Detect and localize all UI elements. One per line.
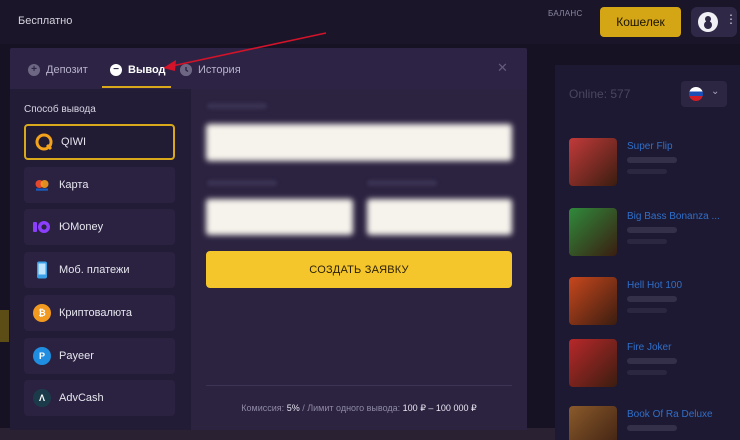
limit-label: Лимит одного вывода:	[307, 403, 401, 413]
method-label: QIWI	[61, 136, 87, 148]
top-bar: Бесплатно БАЛАНС Кошелек ⋮	[0, 0, 740, 44]
commission-note: Комиссия: 5% / Лимит одного вывода: 100 …	[191, 403, 527, 414]
game-meta-blurred	[627, 308, 667, 313]
wallet-button[interactable]: Кошелек	[600, 7, 681, 37]
profile-menu-button[interactable]: ⋮	[691, 7, 737, 37]
game-meta-blurred	[627, 358, 677, 364]
payeer-icon: P	[33, 346, 51, 365]
method-карта[interactable]: Карта	[24, 166, 175, 203]
yoomoney-icon	[33, 218, 51, 236]
field-label-blurred	[207, 103, 267, 109]
game-meta-blurred	[627, 296, 677, 302]
minus-icon: −	[110, 64, 122, 76]
game-item[interactable]: Super Flip	[569, 138, 734, 188]
game-thumbnail	[569, 138, 617, 186]
method-label: Payeer	[59, 349, 94, 362]
close-icon[interactable]: ✕	[497, 60, 508, 76]
modal-tabs: + Депозит − Вывод История ✕	[10, 48, 527, 89]
method-label: Моб. платежи	[59, 264, 130, 277]
brand-free-label[interactable]: Бесплатно	[18, 15, 72, 27]
tab-label: Депозит	[46, 64, 88, 76]
game-meta-blurred	[627, 370, 667, 375]
method-qiwi[interactable]: QIWI	[24, 124, 175, 160]
clock-icon	[180, 64, 192, 76]
create-request-button[interactable]: СОЗДАТЬ ЗАЯВКУ	[206, 251, 512, 288]
game-thumbnail	[569, 277, 617, 325]
method-юmoney[interactable]: ЮMoney	[24, 209, 175, 246]
tab-history[interactable]: История	[180, 60, 241, 80]
withdraw-form: СОЗДАТЬ ЗАЯВКУ Комиссия: 5% / Лимит одно…	[191, 89, 527, 430]
method-payeer[interactable]: P Payeer	[24, 337, 175, 374]
avatar-icon	[698, 12, 718, 32]
right-panel: Online: 577 ⌄ Super Flip Big Bass Bonanz…	[555, 65, 740, 440]
game-meta-blurred	[627, 239, 667, 244]
tab-label: История	[198, 64, 241, 76]
field-label-blurred	[367, 180, 437, 186]
active-tab-indicator	[102, 86, 171, 88]
qiwi-icon	[35, 133, 53, 151]
language-selector[interactable]: ⌄	[681, 81, 727, 107]
tab-withdraw[interactable]: − Вывод	[110, 60, 166, 80]
bitcoin-icon: ₿	[33, 303, 51, 322]
method-label: Карта	[59, 178, 89, 191]
tab-label: Вывод	[128, 64, 166, 76]
phone-icon	[33, 261, 51, 279]
game-name[interactable]: Fire Joker	[627, 342, 671, 353]
online-count: Online: 577	[569, 87, 631, 101]
game-thumbnail	[569, 406, 617, 440]
separator: /	[302, 403, 305, 413]
game-item[interactable]: Book Of Ra Deluxe	[569, 406, 734, 440]
wallet-number-input[interactable]	[206, 124, 512, 161]
method-label: Криптовалюта	[59, 306, 132, 319]
background-banner-edge	[0, 310, 9, 342]
plus-icon: +	[28, 64, 40, 76]
game-thumbnail	[569, 208, 617, 256]
game-item[interactable]: Big Bass Bonanza ...	[569, 208, 734, 258]
game-meta-blurred	[627, 227, 677, 233]
chevron-down-icon: ⌄	[711, 86, 720, 97]
flag-ru-icon	[689, 87, 703, 101]
game-meta-blurred	[627, 157, 677, 163]
game-name[interactable]: Super Flip	[627, 141, 673, 152]
tab-deposit[interactable]: + Депозит	[28, 60, 88, 80]
game-item[interactable]: Hell Hot 100	[569, 277, 734, 327]
commission-value: 5%	[286, 403, 300, 413]
game-name[interactable]: Book Of Ra Deluxe	[627, 409, 713, 420]
game-thumbnail	[569, 339, 617, 387]
method-криптовалюта[interactable]: ₿ Криптовалюта	[24, 294, 175, 331]
method-advcash[interactable]: Λ AdvCash	[24, 380, 175, 417]
commission-label: Комиссия:	[241, 403, 285, 413]
game-meta-blurred	[627, 169, 667, 174]
method-моб-платежи[interactable]: Моб. платежи	[24, 252, 175, 289]
withdraw-modal: + Депозит − Вывод История ✕ Способ вывод…	[10, 48, 527, 430]
method-label: AdvCash	[59, 392, 104, 405]
more-icon: ⋮	[725, 12, 737, 26]
limit-value: 100 ₽ – 100 000 ₽	[402, 403, 477, 413]
game-name[interactable]: Big Bass Bonanza ...	[627, 211, 720, 222]
game-name[interactable]: Hell Hot 100	[627, 280, 682, 291]
game-meta-blurred	[627, 425, 677, 431]
game-item[interactable]: Fire Joker	[569, 339, 734, 389]
advcash-icon: Λ	[33, 389, 51, 408]
methods-title: Способ вывода	[24, 104, 96, 115]
amount-input[interactable]	[206, 199, 353, 235]
receive-amount-input[interactable]	[367, 199, 512, 235]
balance-label: БАЛАНС	[548, 9, 583, 18]
method-label: ЮMoney	[59, 221, 104, 234]
card-icon	[33, 176, 51, 194]
field-label-blurred	[207, 180, 277, 186]
withdraw-methods-panel: Способ вывода QIWI Карта ЮMoney Моб. платеж…	[10, 89, 191, 430]
divider	[206, 385, 512, 386]
